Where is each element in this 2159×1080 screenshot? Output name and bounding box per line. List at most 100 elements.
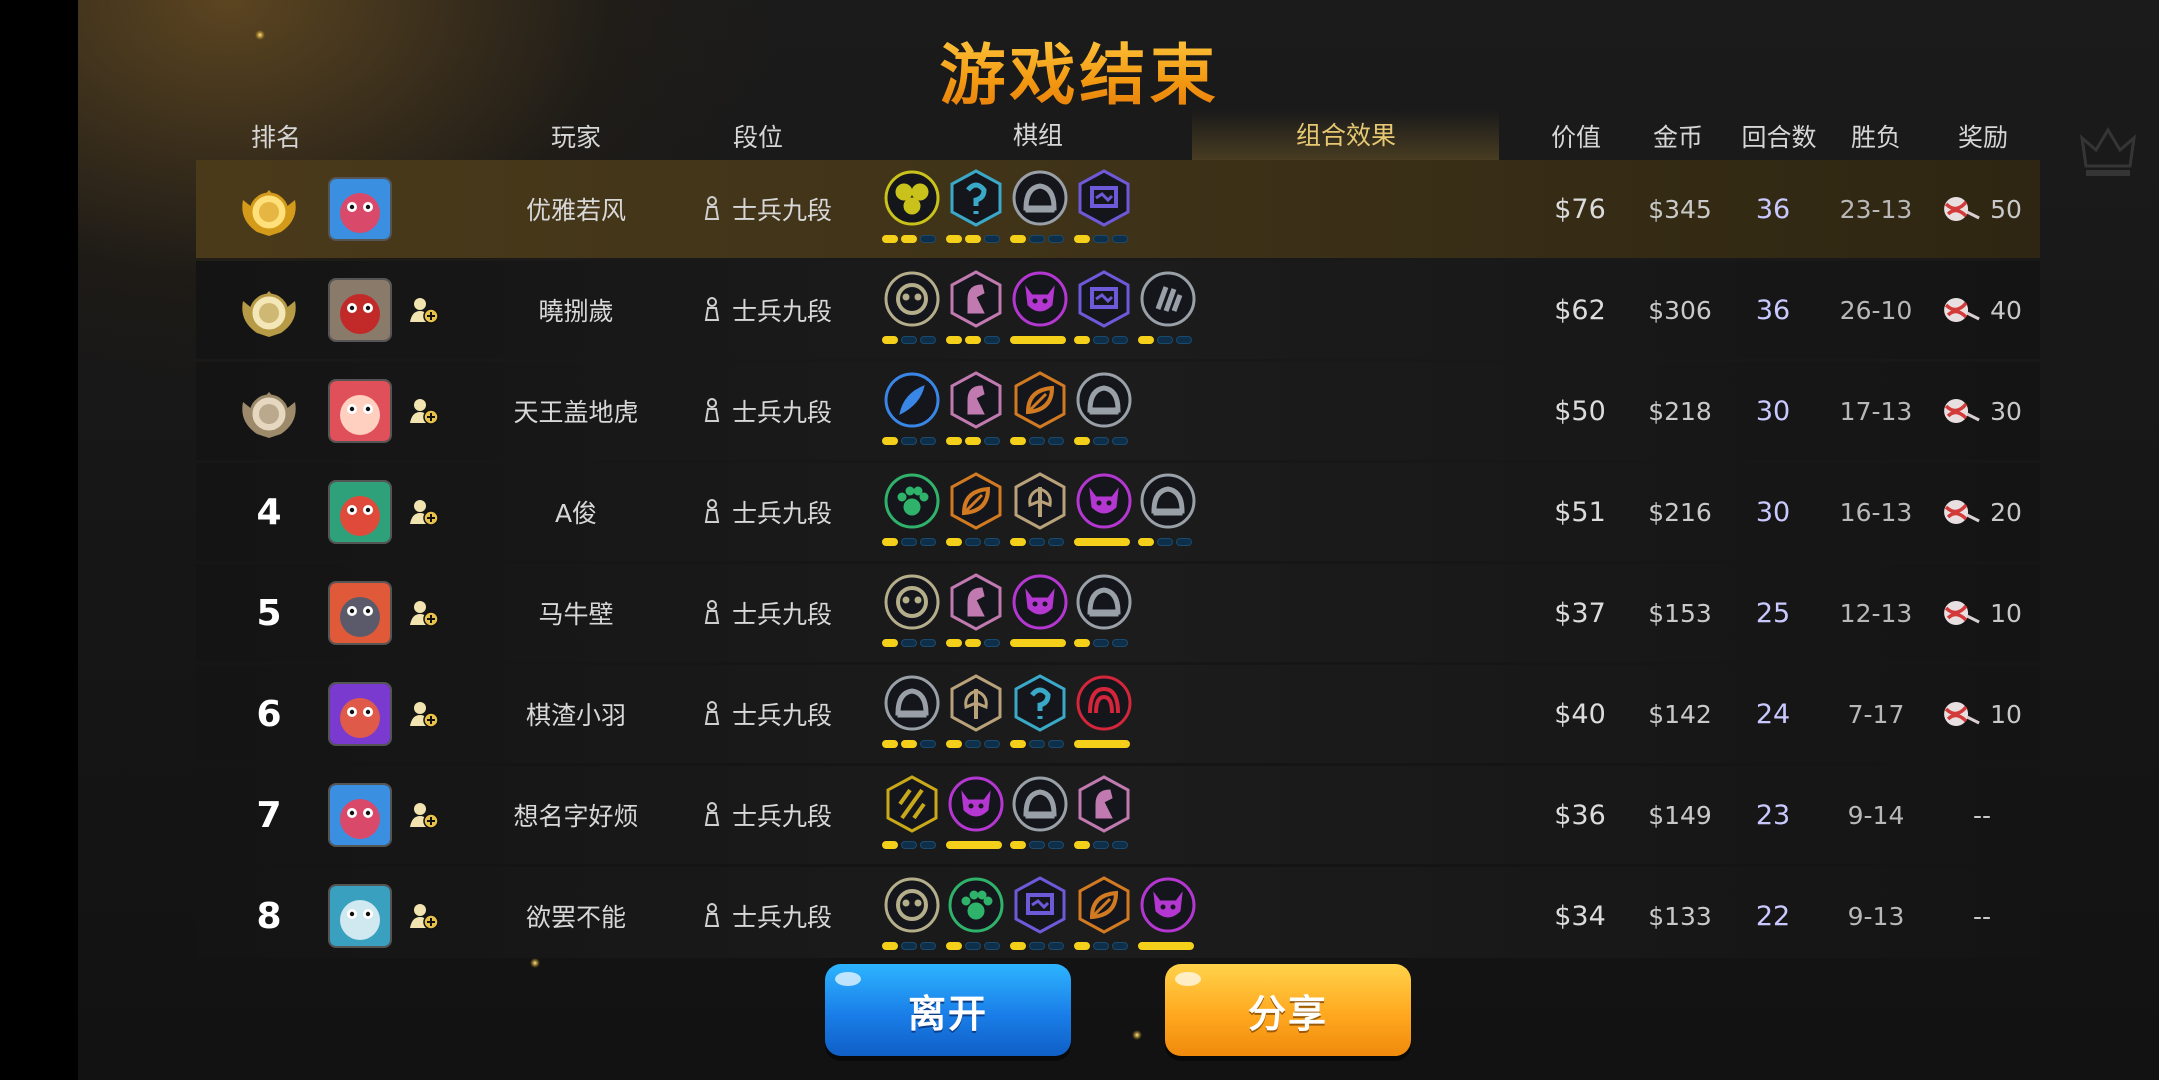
paw-face-icon <box>884 574 940 630</box>
synergy-level-bars <box>1010 437 1064 445</box>
synergy-badge[interactable] <box>1010 774 1070 856</box>
synergy-level-bar <box>1112 942 1128 950</box>
synergy-badge[interactable] <box>1010 269 1070 351</box>
synergy-level-bars <box>1138 942 1194 950</box>
synergy-badge[interactable] <box>882 875 942 957</box>
synergy-badge[interactable] <box>946 774 1006 856</box>
avatar[interactable] <box>328 682 392 746</box>
synergy-badge[interactable] <box>1074 572 1134 654</box>
synergy-level-bars <box>1074 336 1128 344</box>
avatar[interactable] <box>328 278 392 342</box>
add-friend-icon[interactable] <box>408 294 440 326</box>
value-cell: $40 <box>1554 698 1606 730</box>
add-friend-icon[interactable] <box>408 698 440 730</box>
synergy-level-bars <box>1074 740 1130 748</box>
rounds-cell: 22 <box>1755 900 1791 932</box>
avatar[interactable] <box>328 480 392 544</box>
avatar[interactable] <box>328 581 392 645</box>
table-row[interactable]: 8 欲罢不能 士兵九段 $34 $133 22 9-13 -- <box>196 867 2040 958</box>
synergy-badge[interactable] <box>1138 875 1198 957</box>
player-name: 曉捌歲 <box>538 297 614 326</box>
table-row[interactable]: 天王盖地虎 士兵九段 $50 $218 30 17-13 30 <box>196 362 2040 460</box>
header-combo[interactable]: 组合效果 <box>1296 116 1396 152</box>
synergy-level-bar <box>1010 942 1026 950</box>
tier-cell: 士兵九段 <box>702 160 832 258</box>
synergy-badge[interactable] <box>882 572 942 654</box>
winloss-cell: 16-13 <box>1839 497 1913 527</box>
add-friend-icon[interactable] <box>408 799 440 831</box>
synergy-level-bar <box>1138 538 1154 546</box>
table-row[interactable]: 4 A俊 士兵九段 $51 $216 30 16-13 20 <box>196 463 2040 561</box>
trio-icon <box>884 170 940 226</box>
table-row[interactable]: 6 棋渣小羽 士兵九段 $40 $142 24 7-17 10 <box>196 665 2040 763</box>
leave-button[interactable]: 离开 <box>825 964 1071 1056</box>
add-friend-icon[interactable] <box>408 597 440 629</box>
synergy-level-bar <box>882 336 898 344</box>
synergy-badge[interactable] <box>946 370 1006 452</box>
synergy-badge[interactable] <box>882 471 942 553</box>
synergy-level-bars <box>882 437 936 445</box>
synergy-badge[interactable] <box>946 168 1006 250</box>
table-row[interactable]: 曉捌歲 士兵九段 $62 $306 36 26-10 40 <box>196 261 2040 359</box>
synergy-badge[interactable] <box>882 269 942 351</box>
table-row[interactable]: 优雅若风 士兵九段 $76 $345 36 23-13 50 <box>196 160 2040 258</box>
pawn-icon <box>704 398 720 422</box>
synergy-badge[interactable] <box>1074 471 1134 553</box>
avatar-cell <box>328 867 392 958</box>
synergy-level-bar <box>1048 538 1064 546</box>
synergy-badge[interactable] <box>882 673 942 755</box>
value-cell: $50 <box>1554 395 1606 427</box>
add-friend-icon[interactable] <box>408 496 440 528</box>
table-row[interactable]: 7 想名字好烦 士兵九段 $36 $149 23 9-14 -- <box>196 766 2040 864</box>
synergy-badge[interactable] <box>946 269 1006 351</box>
synergy-badge[interactable] <box>1010 572 1070 654</box>
synergy-level-bars <box>946 942 1000 950</box>
synergy-level-bar <box>946 942 962 950</box>
synergy-level-bar <box>1112 841 1128 849</box>
synergy-level-bar <box>882 538 898 546</box>
leaf-icon <box>1078 876 1130 934</box>
synergy-badge[interactable] <box>1074 875 1134 957</box>
header-pieces[interactable]: 棋组 <box>1013 116 1063 152</box>
avatar-cell <box>328 665 392 763</box>
synergy-badge[interactable] <box>946 875 1006 957</box>
add-friend-icon[interactable] <box>408 395 440 427</box>
avatar[interactable] <box>328 379 392 443</box>
synergy-badge[interactable] <box>882 774 942 856</box>
add-friend-cell <box>408 766 440 864</box>
blue-beast-avatar <box>330 886 390 946</box>
synergy-level-bar <box>946 336 962 344</box>
avatar[interactable] <box>328 177 392 241</box>
share-button[interactable]: 分享 <box>1165 964 1411 1056</box>
claw-icon <box>1140 271 1196 327</box>
synergy-badge[interactable] <box>1010 875 1070 957</box>
synergy-level-bar <box>920 841 936 849</box>
table-row[interactable]: 5 马牛壁 士兵九段 $37 $153 25 12-13 10 <box>196 564 2040 662</box>
synergy-badge[interactable] <box>1138 269 1198 351</box>
synergy-badge[interactable] <box>1010 168 1070 250</box>
synergy-badge[interactable] <box>1074 370 1134 452</box>
avatar[interactable] <box>328 884 392 948</box>
synergy-badge[interactable] <box>882 370 942 452</box>
synergy-badge[interactable] <box>1010 673 1070 755</box>
synergy-badge[interactable] <box>1074 774 1134 856</box>
synergy-badge[interactable] <box>1010 370 1070 452</box>
synergy-badge[interactable] <box>946 572 1006 654</box>
avatar[interactable] <box>328 783 392 847</box>
synergy-level-bars <box>1074 841 1128 849</box>
synergy-badge[interactable] <box>1074 673 1134 755</box>
synergy-badge[interactable] <box>882 168 942 250</box>
synergy-badge[interactable] <box>1138 471 1198 553</box>
synergy-badge[interactable] <box>946 673 1006 755</box>
synergy-badge[interactable] <box>946 471 1006 553</box>
add-friend-icon[interactable] <box>408 900 440 932</box>
header-reward: 奖励 <box>1957 123 2009 152</box>
header-winloss: 胜负 <box>1850 123 1902 152</box>
synergy-level-bars <box>1074 639 1128 647</box>
pawn-icon <box>704 196 720 220</box>
tier-label: 士兵九段 <box>731 499 833 528</box>
synergy-badge[interactable] <box>1074 269 1134 351</box>
synergy-badge[interactable] <box>1074 168 1134 250</box>
pawn-icon <box>704 499 720 523</box>
synergy-badge[interactable] <box>1010 471 1070 553</box>
